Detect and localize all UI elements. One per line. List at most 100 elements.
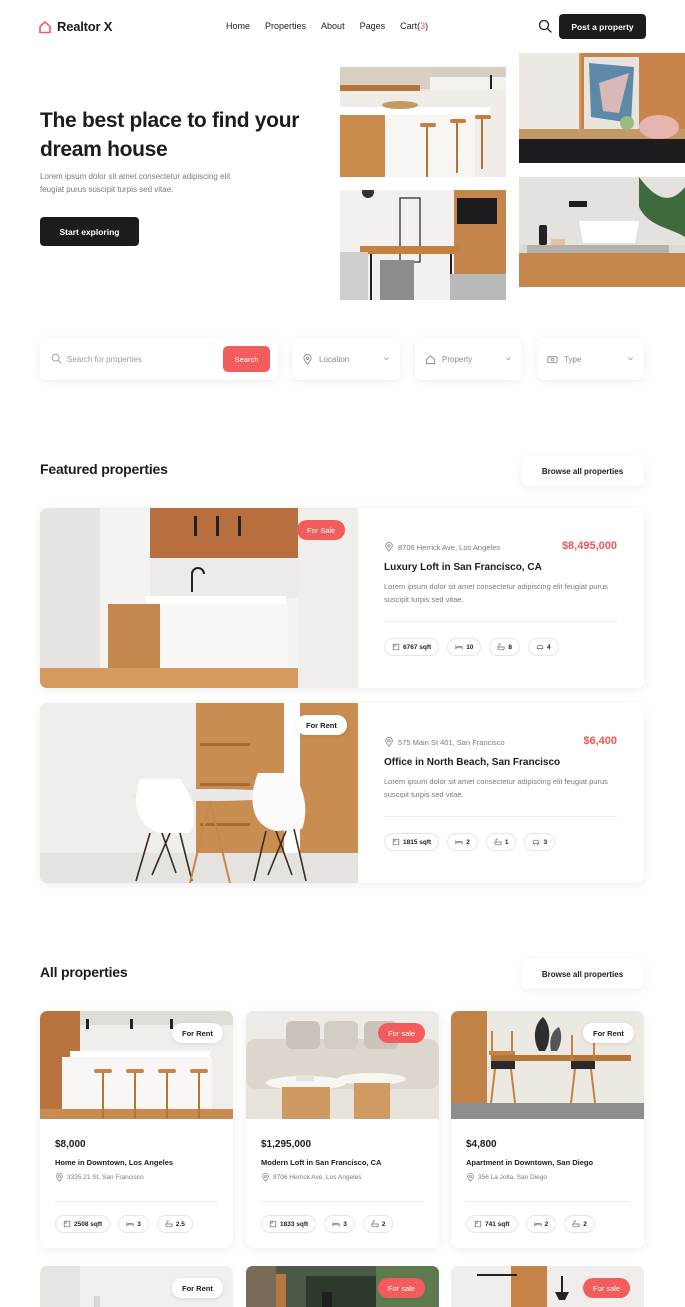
nav-pages[interactable]: Pages [360, 21, 386, 31]
status-badge: For Sale [297, 520, 346, 540]
main-nav: Home Properties About Pages Cart(3) [226, 21, 428, 31]
featured-card[interactable]: For Sale 8706 Herrick Ave, Los Angeles $… [40, 508, 644, 688]
property-card[interactable]: For Rent $8,000 Home in Downtown, Los An… [40, 1011, 233, 1248]
area-icon [474, 1220, 482, 1228]
hero-subtitle: Lorem ipsum dolor sit amet consectetur a… [40, 172, 231, 194]
garage-stat: 3 [524, 833, 556, 851]
logo-house-icon [39, 20, 51, 33]
featured-title: Featured properties [40, 461, 168, 477]
divider [466, 1201, 629, 1202]
start-exploring-button[interactable]: Start exploring [40, 217, 139, 246]
post-property-button[interactable]: Post a property [559, 14, 646, 39]
nav-home[interactable]: Home [226, 21, 250, 31]
area-value: 741 sqft [485, 1220, 510, 1228]
property-address: 8706 Herrick Ave, Los Angeles [384, 542, 500, 552]
hero-image-kitchen [340, 67, 506, 177]
property-name[interactable]: Office in North Beach, San Francisco [384, 757, 560, 768]
property-card[interactable]: For sale [246, 1266, 439, 1307]
location-label: Location [319, 354, 350, 364]
property-card[interactable]: For sale $1,295,000 Modern Loft in San F… [246, 1011, 439, 1248]
bed-stat: 2 [447, 833, 478, 851]
divider [261, 1201, 424, 1202]
bed-stat: 3 [118, 1215, 149, 1233]
divider [384, 621, 617, 622]
bath-stat: 2 [564, 1215, 595, 1233]
search-input[interactable] [67, 350, 217, 368]
location-pin-icon [384, 737, 394, 747]
property-price: $8,000 [55, 1139, 86, 1150]
bath-icon [371, 1220, 379, 1228]
area-value: 1815 sqft [403, 838, 432, 846]
area-value: 6767 sqft [403, 643, 432, 651]
property-label: Property [442, 354, 473, 364]
property-name[interactable]: Luxury Loft in San Francisco, CA [384, 562, 542, 573]
bed-value: 3 [343, 1220, 347, 1228]
property-name[interactable]: Modern Loft in San Francisco, CA [261, 1158, 381, 1167]
area-stat: 1833 sqft [261, 1215, 317, 1233]
area-icon [63, 1220, 71, 1228]
bed-stat: 10 [447, 638, 482, 656]
area-icon [392, 643, 400, 651]
property-card[interactable]: For Rent $4,800 Apartment in Downtown, S… [451, 1011, 644, 1248]
location-pin-icon [384, 542, 394, 552]
property-stats: 6767 sqft 10 8 4 [384, 638, 559, 656]
area-value: 2508 sqft [74, 1220, 103, 1228]
bed-value: 3 [137, 1220, 141, 1228]
garage-value: 3 [543, 838, 548, 846]
type-dropdown[interactable]: Type [537, 338, 644, 380]
search-button[interactable]: Search [223, 346, 270, 372]
bath-stat: 2.5 [156, 1215, 193, 1233]
bath-value: 2.5 [175, 1220, 185, 1228]
divider [384, 816, 617, 817]
cart-close: ) [425, 21, 429, 31]
location-pin-icon [302, 354, 313, 365]
status-badge: For Rent [296, 715, 347, 735]
type-label: Type [564, 354, 582, 364]
logo[interactable]: Realtor X [38, 19, 112, 34]
browse-featured-button[interactable]: Browse all properties [521, 456, 644, 486]
property-stats: 2508 sqft 3 2.5 [55, 1215, 193, 1233]
area-stat: 2508 sqft [55, 1215, 111, 1233]
logo-text: Realtor X [57, 19, 113, 34]
divider [55, 1201, 218, 1202]
bath-stat: 1 [485, 833, 517, 851]
property-card[interactable]: For sale [451, 1266, 644, 1307]
property-description: Lorem ipsum dolor sit amet consectetur a… [384, 777, 608, 799]
garage-icon [532, 838, 540, 846]
location-dropdown[interactable]: Location [292, 338, 400, 380]
cart-label: Cart( [400, 21, 421, 31]
hero-image-desk [340, 190, 506, 300]
bed-stat: 2 [525, 1215, 557, 1233]
area-stat: 741 sqft [466, 1215, 518, 1233]
hero-title: The best place to find your dream house [40, 109, 300, 161]
address-text: 356 La Jolla, San Diego [478, 1174, 548, 1181]
property-dropdown[interactable]: Property [415, 338, 522, 380]
address-text: 8706 Herrick Ave, Los Angeles [273, 1174, 362, 1181]
property-name[interactable]: Apartment in Downtown, San Diego [466, 1158, 593, 1167]
search-icon[interactable] [538, 19, 552, 33]
hero-image-bedroom [519, 53, 685, 163]
featured-card[interactable]: For Rent 575 Main St 401, San Francisco … [40, 703, 644, 883]
property-price: $6,400 [583, 735, 617, 747]
garage-icon [536, 643, 544, 651]
nav-about[interactable]: About [321, 21, 345, 31]
nav-properties[interactable]: Properties [265, 21, 306, 31]
header: Realtor X Home Properties About Pages Ca… [0, 0, 685, 54]
property-card[interactable]: For Rent [40, 1266, 233, 1307]
bed-icon [534, 1220, 542, 1228]
all-properties-title: All properties [40, 964, 128, 980]
area-icon [269, 1220, 277, 1228]
search-icon [51, 353, 62, 364]
bed-stat: 3 [324, 1215, 355, 1233]
bath-stat: 2 [362, 1215, 394, 1233]
bed-icon [332, 1220, 340, 1228]
bath-value: 1 [504, 838, 509, 846]
area-stat: 1815 sqft [384, 833, 440, 851]
status-badge: For Rent [583, 1023, 634, 1043]
browse-all-button[interactable]: Browse all properties [521, 959, 644, 989]
property-name[interactable]: Home in Downtown, Los Angeles [55, 1158, 173, 1167]
bed-icon [455, 643, 463, 651]
nav-cart[interactable]: Cart(3) [400, 21, 428, 31]
bath-icon [572, 1220, 580, 1228]
location-pin-icon [466, 1173, 475, 1182]
